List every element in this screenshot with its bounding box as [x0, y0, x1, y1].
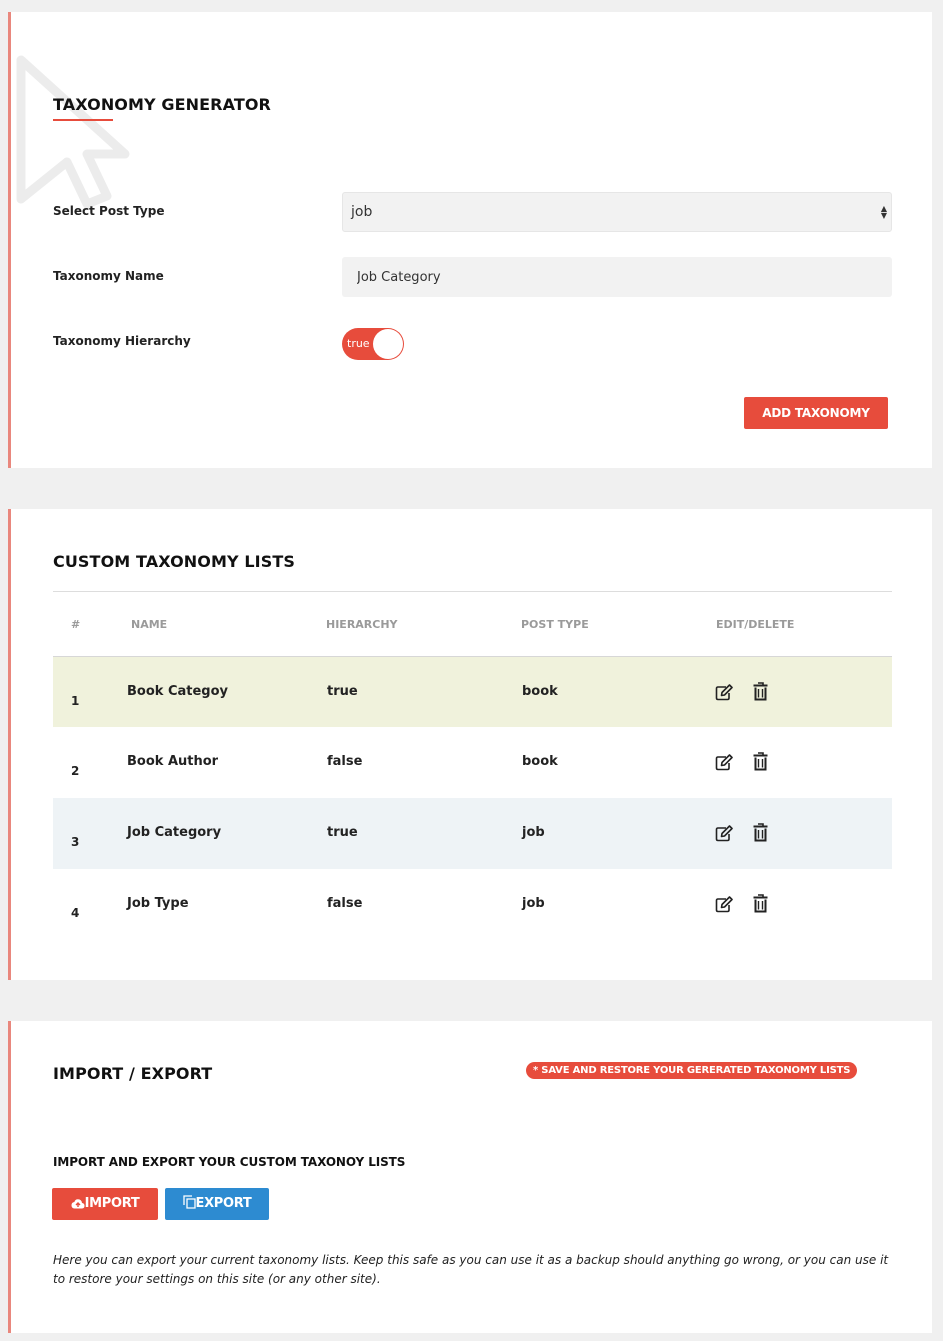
- edit-icon[interactable]: [715, 896, 734, 913]
- toggle-knob: [373, 329, 403, 359]
- table-row: 4 Job Type false job: [53, 869, 892, 940]
- row-name: Job Type: [127, 896, 189, 911]
- export-button-label: EXPORT: [195, 1196, 252, 1211]
- row-hierarchy: true: [327, 684, 358, 699]
- column-header-edit-delete: EDIT/DELETE: [716, 618, 795, 631]
- trash-icon[interactable]: [753, 682, 768, 701]
- trash-icon[interactable]: [753, 823, 768, 842]
- row-post-type: book: [522, 754, 558, 769]
- import-export-note: Here you can export your current taxonom…: [53, 1253, 889, 1286]
- row-post-type: book: [522, 684, 558, 699]
- taxonomy-generator-card: TAXONOMY GENERATOR Select Post Type job …: [8, 12, 932, 468]
- column-header-number: #: [71, 618, 81, 631]
- import-button-label: IMPORT: [84, 1196, 140, 1211]
- row-post-type: job: [522, 896, 545, 911]
- section-title: IMPORT / EXPORT: [53, 1064, 213, 1083]
- toggle-label: true: [347, 337, 370, 350]
- row-number: 2: [71, 764, 80, 778]
- trash-icon[interactable]: [753, 752, 768, 771]
- row-hierarchy: true: [327, 825, 358, 840]
- post-type-select[interactable]: job ▲ ▼: [342, 192, 892, 232]
- row-number: 3: [71, 835, 80, 849]
- column-header-name: NAME: [131, 618, 168, 631]
- export-button[interactable]: EXPORT: [165, 1188, 269, 1220]
- edit-icon[interactable]: [715, 825, 734, 842]
- edit-icon[interactable]: [715, 684, 734, 701]
- row-name: Book Author: [127, 754, 219, 769]
- trash-icon[interactable]: [753, 894, 768, 913]
- import-export-card: IMPORT / EXPORT * SAVE AND RESTORE YOUR …: [8, 1021, 932, 1333]
- import-button[interactable]: IMPORT: [52, 1188, 158, 1220]
- post-type-selected-value: job: [351, 204, 373, 220]
- post-type-label: Select Post Type: [53, 204, 165, 218]
- row-post-type: job: [522, 825, 545, 840]
- row-hierarchy: false: [327, 754, 363, 769]
- copy-icon: [182, 1195, 196, 1209]
- taxonomy-name-input[interactable]: [342, 257, 892, 297]
- taxonomy-list-card: CUSTOM TAXONOMY LISTS # NAME HIERARCHY P…: [8, 509, 932, 980]
- section-title: CUSTOM TAXONOMY LISTS: [53, 552, 295, 571]
- table-row: 3 Job Category true job: [53, 798, 892, 869]
- row-number: 4: [71, 906, 80, 920]
- info-badge: * SAVE AND RESTORE YOUR GERERATED TAXONO…: [526, 1062, 858, 1079]
- row-name: Job Category: [127, 825, 222, 840]
- column-header-post-type: POST TYPE: [521, 618, 589, 631]
- add-taxonomy-button[interactable]: ADD TAXONOMY: [744, 397, 888, 429]
- edit-icon[interactable]: [715, 754, 734, 771]
- section-title: TAXONOMY GENERATOR: [53, 95, 271, 114]
- hierarchy-toggle[interactable]: true: [342, 328, 404, 360]
- taxonomy-name-label: Taxonomy Name: [53, 269, 164, 283]
- row-hierarchy: false: [327, 896, 363, 911]
- row-name: Book Categoy: [127, 684, 228, 699]
- row-number: 1: [71, 694, 80, 708]
- table-divider: [53, 591, 892, 592]
- cloud-upload-icon: [71, 1199, 85, 1209]
- taxonomy-hierarchy-label: Taxonomy Hierarchy: [53, 334, 191, 348]
- table-row: 1 Book Categoy true book: [53, 656, 892, 727]
- title-underline: [53, 119, 113, 121]
- select-arrows-icon: ▲ ▼: [880, 204, 887, 220]
- import-export-subtitle: IMPORT AND EXPORT YOUR CUSTOM TAXONOY LI…: [53, 1155, 406, 1169]
- table-row: 2 Book Author false book: [53, 727, 892, 798]
- column-header-hierarchy: HIERARCHY: [326, 618, 398, 631]
- cursor-arrow-icon: [16, 55, 130, 209]
